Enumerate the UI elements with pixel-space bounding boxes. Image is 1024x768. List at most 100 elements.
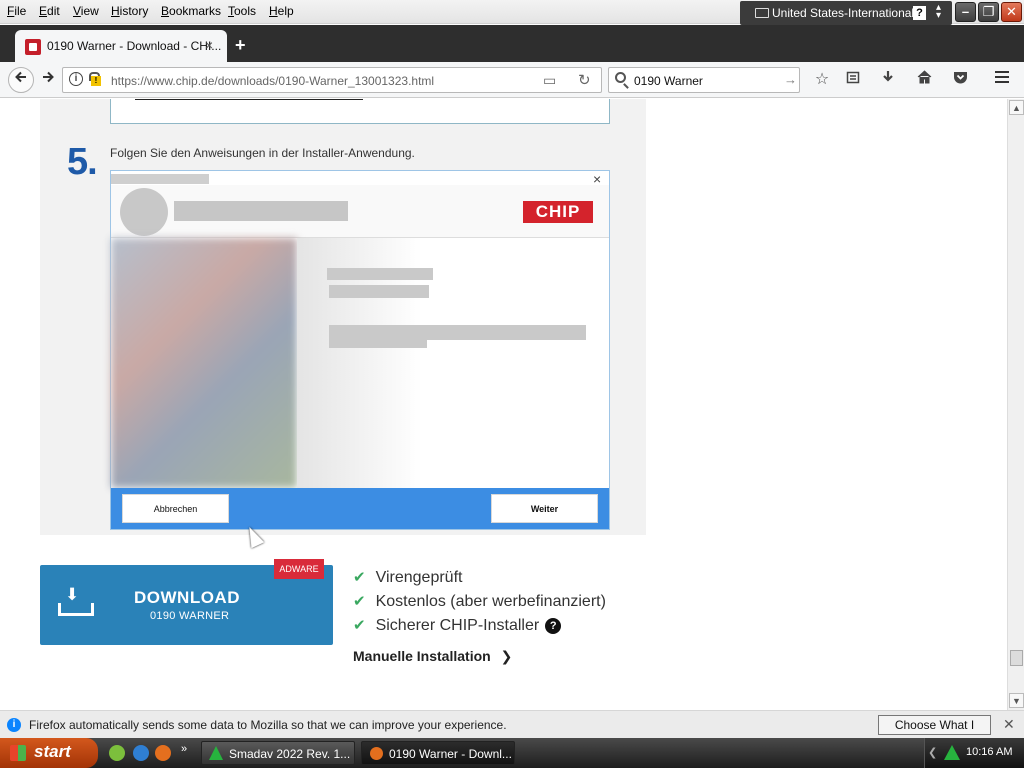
tab-close-icon[interactable]: × (205, 37, 213, 53)
menu-tools-rest: ools (234, 4, 257, 18)
pocket-icon[interactable] (949, 69, 971, 91)
installer-ad-image (111, 238, 297, 488)
page-content: 5. Folgen Sie den Anweisungen in der Ins… (0, 99, 1007, 710)
reader-view-icon[interactable]: ▭ (543, 72, 556, 89)
scroll-thumb[interactable] (1010, 650, 1023, 666)
tab-strip: 0190 Warner - Download - CHI... × + (0, 25, 1024, 62)
installer-app-icon (120, 188, 168, 236)
start-button[interactable]: start (0, 738, 98, 768)
menu-lines-icon (995, 71, 1009, 83)
hamburger-menu-icon[interactable] (991, 69, 1013, 91)
insecure-lock-icon[interactable] (87, 72, 101, 86)
search-input[interactable]: 0190 Warner (634, 74, 703, 88)
maximize-button[interactable]: ❐ (978, 2, 999, 22)
task-label: Smadav 2022 Rev. 1... (229, 747, 351, 761)
language-options-icon[interactable]: ▴ ▾ (936, 3, 941, 21)
new-tab-button[interactable]: + (235, 35, 246, 56)
blurred-text-line (327, 268, 433, 280)
navigation-toolbar: i https://www.chip.de/downloads/0190-War… (0, 62, 1024, 98)
language-bar[interactable]: United States-International ? ▴ ▾ (740, 1, 952, 25)
quicklaunch-firefox-icon[interactable] (155, 745, 171, 761)
tray-expand-icon[interactable]: ❮ (928, 746, 937, 759)
notification-bar: i Firefox automatically sends some data … (0, 710, 1024, 750)
back-arrow-icon (15, 71, 26, 83)
taskbar: start » Smadav 2022 Rev. 1... 0190 Warne… (0, 738, 1024, 768)
installer-cancel-button: Abbrechen (122, 494, 229, 523)
clock[interactable]: 10:16 AM (966, 746, 1012, 758)
menu-edit[interactable]: Edit (39, 4, 60, 18)
download-tray-icon (58, 585, 94, 616)
language-help-icon[interactable]: ? (913, 6, 926, 20)
url-bar[interactable]: i https://www.chip.de/downloads/0190-War… (62, 67, 602, 93)
adware-badge: ADWARE (274, 559, 324, 579)
installer-title-blurred (111, 174, 209, 184)
blurred-text-line (329, 340, 427, 348)
back-button[interactable] (8, 67, 34, 93)
download-arrow-icon (883, 71, 893, 82)
menu-tools[interactable]: Tools (228, 4, 256, 18)
downloads-icon[interactable] (877, 69, 899, 91)
search-bar[interactable]: 0190 Warner → (608, 67, 800, 93)
reload-icon[interactable]: ↻ (578, 71, 591, 89)
download-title: DOWNLOAD (134, 588, 240, 607)
vertical-scrollbar[interactable]: ▲ ▼ (1007, 99, 1024, 710)
blurred-text-line (329, 325, 586, 340)
blurred-text-line (329, 285, 429, 298)
menu-help-accel: H (269, 4, 278, 18)
close-window-button[interactable]: ✕ (1001, 2, 1022, 22)
scroll-down-icon[interactable]: ▼ (1009, 693, 1024, 708)
installer-header: CHIP (111, 185, 609, 238)
installer-heading-blurred (174, 201, 348, 221)
menu-file[interactable]: File (7, 4, 26, 18)
minimize-button[interactable]: – (955, 2, 976, 22)
choose-what-i-share-button[interactable]: Choose What I Share (878, 715, 991, 750)
help-question-icon[interactable]: ? (545, 618, 562, 634)
forward-button[interactable] (37, 69, 59, 91)
task-label: 0190 Warner - Downl... (389, 747, 512, 761)
smadav-icon (209, 746, 223, 760)
windows-logo-icon (10, 745, 26, 761)
menu-help-rest: elp (277, 4, 294, 18)
task-smadav[interactable]: Smadav 2022 Rev. 1... (201, 741, 355, 765)
system-tray: ❮ 10:16 AM (924, 738, 1024, 768)
menu-view-rest: iew (80, 4, 99, 18)
bookmark-star-icon[interactable]: ☆ (811, 69, 833, 91)
feature-secure-installer: ✔ Sicherer CHIP-Installer? (353, 616, 562, 635)
step-instruction: Folgen Sie den Anweisungen in der Instal… (110, 146, 415, 160)
url-text[interactable]: https://www.chip.de/downloads/0190-Warne… (111, 74, 434, 88)
menu-history[interactable]: History (111, 4, 148, 18)
previous-step-screenshot (110, 99, 610, 124)
notification-close-icon[interactable]: ✕ (1003, 716, 1015, 733)
bookmarks-library-icon[interactable] (842, 69, 864, 91)
forward-arrow-icon (43, 71, 54, 83)
menu-history-accel: H (111, 4, 120, 18)
download-subtitle: 0190 WARNER (150, 610, 230, 622)
info-icon[interactable]: i (69, 72, 83, 86)
menu-file-rest: ile (14, 4, 27, 18)
tab-chip-download[interactable]: 0190 Warner - Download - CHI... × (15, 30, 227, 62)
feature-label: Sicherer CHIP-Installer (375, 617, 540, 634)
check-icon: ✔ (353, 569, 366, 586)
notification-message: Firefox automatically sends some data to… (29, 718, 507, 732)
menu-help[interactable]: Help (269, 4, 294, 18)
menu-bar: File Edit View History Bookmarks Tools H… (0, 0, 1024, 25)
feature-label: Virengeprüft (375, 569, 463, 586)
quicklaunch-ie-icon[interactable] (133, 745, 149, 761)
chevron-right-icon: ❯ (500, 648, 513, 664)
quicklaunch-overflow-icon[interactable]: » (181, 743, 187, 755)
clipboard-icon (846, 71, 860, 84)
home-icon[interactable] (913, 69, 935, 91)
tab-title: 0190 Warner - Download - CHI... (47, 39, 222, 53)
check-icon: ✔ (353, 593, 366, 610)
manual-installation-label: Manuelle Installation (353, 648, 491, 664)
check-icon: ✔ (353, 617, 366, 634)
scroll-up-icon[interactable]: ▲ (1009, 100, 1024, 115)
menu-view[interactable]: View (73, 4, 99, 18)
smadav-tray-icon[interactable] (944, 745, 960, 760)
task-firefox[interactable]: 0190 Warner - Downl... (361, 741, 515, 765)
installer-screenshot: × CHIP Abbrechen Weiter (110, 170, 610, 530)
menu-bookmarks[interactable]: Bookmarks (161, 4, 221, 18)
manual-installation-link[interactable]: Manuelle Installation ❯ (353, 648, 512, 665)
quicklaunch-chrome-icon[interactable] (109, 745, 125, 761)
search-go-icon[interactable]: → (784, 72, 797, 87)
